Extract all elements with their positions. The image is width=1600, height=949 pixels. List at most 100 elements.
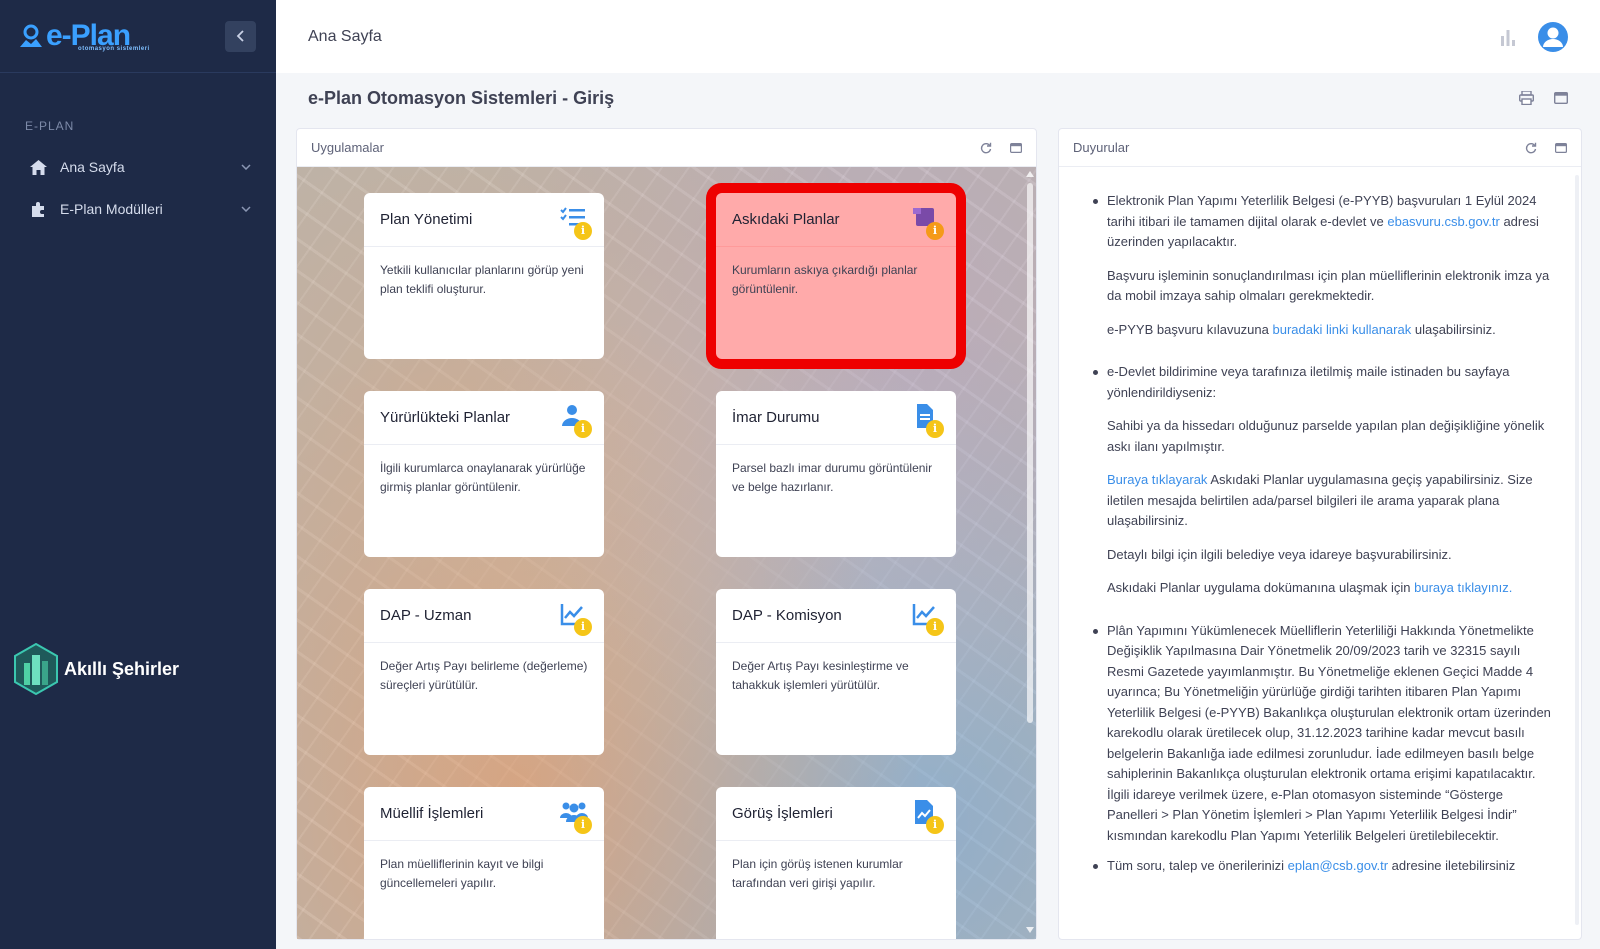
- app-tile-imar-durumu[interactable]: İmar Durumu i Parsel bazlı imar durumu g…: [716, 391, 956, 557]
- app-tile-yururlukteki-planlar[interactable]: Yürürlükteki Planlar i İlgili kurumlarca…: [364, 391, 604, 557]
- apps-panel: Uygulamalar Plan Yönetimi i Yetkili kull…: [296, 128, 1037, 940]
- sidebar-collapse-button[interactable]: [225, 20, 256, 52]
- tile-title: Müellif İşlemleri: [380, 805, 484, 822]
- app-tile-gorus-islemleri[interactable]: Görüş İşlemleri i Plan için görüş istene…: [716, 787, 956, 939]
- bookmark-icon: i: [912, 206, 944, 240]
- bar-chart-icon[interactable]: [1500, 28, 1516, 46]
- tile-description: Plan için görüş istenen kurumlar tarafın…: [732, 857, 903, 890]
- list-check-icon: i: [560, 206, 592, 240]
- announcement-text: Elektronik Plan Yapımı Yeterlilik Belges…: [1107, 191, 1551, 253]
- sidebar-item-ana-sayfa[interactable]: Ana Sayfa: [0, 151, 276, 183]
- info-badge-icon[interactable]: i: [926, 419, 944, 438]
- map-pin-logo-icon: [20, 24, 42, 47]
- announcements-list: Elektronik Plan Yapımı Yeterlilik Belges…: [1059, 167, 1581, 939]
- print-icon[interactable]: [1519, 91, 1534, 105]
- user-avatar-icon[interactable]: [1538, 21, 1568, 52]
- scroll-up-icon[interactable]: [1026, 171, 1034, 177]
- tile-header: Müellif İşlemleri i: [364, 787, 604, 841]
- user-icon: i: [560, 404, 592, 438]
- guide-link[interactable]: buradaki linki kullanarak: [1272, 322, 1411, 337]
- tile-description: Değer Artış Payı kesinleştirme ve tahakk…: [732, 659, 909, 692]
- app-tile-dap-komisyon[interactable]: DAP - Komisyon i Değer Artış Payı kesinl…: [716, 589, 956, 755]
- tile-description: Kurumların askıya çıkardığı planlar görü…: [732, 263, 918, 296]
- akilli-sehirler-brand: Akıllı Şehirler: [14, 643, 179, 695]
- announcement-item: Elektronik Plan Yapımı Yeterlilik Belges…: [1093, 191, 1551, 341]
- text-span: e-PYYB başvuru kılavuzuna: [1107, 321, 1273, 337]
- info-badge-icon[interactable]: i: [574, 419, 592, 438]
- info-badge-icon[interactable]: i: [574, 617, 592, 636]
- tile-title: DAP - Uzman: [380, 607, 472, 624]
- tile-title: İmar Durumu: [732, 409, 820, 426]
- sidebar-item-label: Ana Sayfa: [60, 159, 125, 175]
- info-badge-icon[interactable]: i: [574, 221, 592, 240]
- app-tile-dap-uzman[interactable]: DAP - Uzman i Değer Artış Payı belirleme…: [364, 589, 604, 755]
- announcement-item: Tüm soru, talep ve önerilerinizi eplan@c…: [1093, 856, 1551, 877]
- chart-line-icon: i: [560, 602, 592, 636]
- brand-text: Akıllı Şehirler: [64, 658, 180, 679]
- text-span: adresine iletebilirsiniz: [1388, 858, 1516, 873]
- app-tile-plan-yonetimi[interactable]: Plan Yönetimi i Yetkili kullanıcılar pla…: [364, 193, 604, 359]
- announcement-text: Sahibi ya da hissedarı olduğunuz parseld…: [1107, 418, 1545, 454]
- tile-header: İmar Durumu i: [716, 391, 956, 445]
- users-icon: i: [560, 800, 592, 834]
- announcement-text: Buraya tıklayarak Askıdaki Planlar uygul…: [1107, 470, 1551, 532]
- tile-header: DAP - Komisyon i: [716, 589, 956, 643]
- window-icon[interactable]: [1554, 92, 1568, 104]
- home-icon: [30, 159, 50, 175]
- text-span: Askıdaki Planlar uygulama dokümanına ula…: [1107, 580, 1415, 595]
- announcements-scrollbar[interactable]: [1575, 175, 1579, 925]
- sidebar-section-label: E-PLAN: [25, 119, 75, 133]
- announcement-item: e-Devlet bildirimine veya tarafınıza ile…: [1093, 362, 1551, 599]
- scroll-down-icon[interactable]: [1026, 927, 1034, 933]
- announcements-panel: Duyurular Elektronik Plan Yapımı Yeterli…: [1058, 128, 1582, 940]
- app-tile-muellif-islemleri[interactable]: Müellif İşlemleri i Plan müelliflerinin …: [364, 787, 604, 939]
- sidebar-item-eplan-modulleri[interactable]: E-Plan Modülleri: [0, 193, 276, 225]
- announcement-item: Plân Yapımını Yükümlenecek Müelliflerin …: [1093, 621, 1551, 847]
- info-badge-icon[interactable]: i: [574, 815, 592, 834]
- apps-panel-title: Uygulamalar: [311, 140, 384, 155]
- announcement-text: Plân Yapımını Yükümlenecek Müelliflerin …: [1107, 622, 1551, 843]
- tile-title: Askıdaki Planlar: [732, 211, 840, 228]
- sidebar-item-label: E-Plan Modülleri: [60, 201, 163, 217]
- announcement-text: e-Devlet bildirimine veya tarafınıza ile…: [1107, 364, 1510, 400]
- announcements-panel-title: Duyurular: [1073, 140, 1130, 155]
- tile-header: Askıdaki Planlar i: [716, 193, 956, 247]
- apps-scrollbar[interactable]: [1026, 171, 1034, 933]
- text-span: Tüm soru, talep ve önerilerinizi: [1107, 858, 1288, 873]
- top-header: Ana Sayfa: [276, 0, 1600, 73]
- tile-title: Yürürlükteki Planlar: [380, 409, 511, 426]
- header-title: Ana Sayfa: [308, 27, 382, 45]
- file-chart-icon: i: [912, 799, 944, 834]
- tile-description: İlgili kurumlarca onaylanarak yürürlüğe …: [380, 461, 586, 494]
- tile-title: DAP - Komisyon: [732, 607, 842, 624]
- chevron-left-icon: [236, 30, 244, 42]
- document-link[interactable]: buraya tıklayınız.: [1414, 580, 1512, 595]
- window-icon[interactable]: [1010, 142, 1022, 153]
- apps-grid: Plan Yönetimi i Yetkili kullanıcılar pla…: [297, 167, 1036, 939]
- eplan-logo[interactable]: e-Plan otomasyon sistemleri: [18, 21, 150, 52]
- ebasvuru-link[interactable]: ebasvuru.csb.gov.tr: [1387, 214, 1499, 229]
- chevron-down-icon: [241, 161, 251, 173]
- email-link[interactable]: eplan@csb.gov.tr: [1288, 858, 1388, 873]
- tile-description: Değer Artış Payı belirleme (değerleme) s…: [380, 659, 588, 692]
- scrollbar-thumb[interactable]: [1027, 183, 1033, 723]
- tile-header: DAP - Uzman i: [364, 589, 604, 643]
- askidaki-planlar-link[interactable]: Buraya tıklayarak: [1107, 472, 1207, 487]
- refresh-icon[interactable]: [980, 142, 992, 154]
- chevron-down-icon: [241, 203, 251, 215]
- app-tile-askidaki-planlar[interactable]: Askıdaki Planlar i Kurumların askıya çık…: [716, 193, 956, 359]
- document-icon: i: [912, 403, 944, 438]
- announcement-text: Başvuru işleminin sonuçlandırılması için…: [1107, 267, 1550, 304]
- info-badge-icon[interactable]: i: [926, 815, 944, 834]
- refresh-icon[interactable]: [1525, 142, 1537, 154]
- info-badge-icon[interactable]: i: [926, 617, 944, 636]
- tile-title: Görüş İşlemleri: [732, 805, 833, 822]
- puzzle-icon: [30, 201, 50, 217]
- page-title: e-Plan Otomasyon Sistemleri - Giriş: [308, 87, 615, 108]
- announcement-text: e-PYYB başvuru kılavuzuna buradaki linki…: [1107, 320, 1551, 341]
- chart-line-icon: i: [912, 602, 944, 636]
- window-icon[interactable]: [1555, 142, 1567, 153]
- announcement-text: Detaylı bilgi için ilgili belediye veya …: [1107, 546, 1452, 562]
- info-badge-icon[interactable]: i: [926, 221, 944, 240]
- announcements-panel-header: Duyurular: [1059, 129, 1581, 167]
